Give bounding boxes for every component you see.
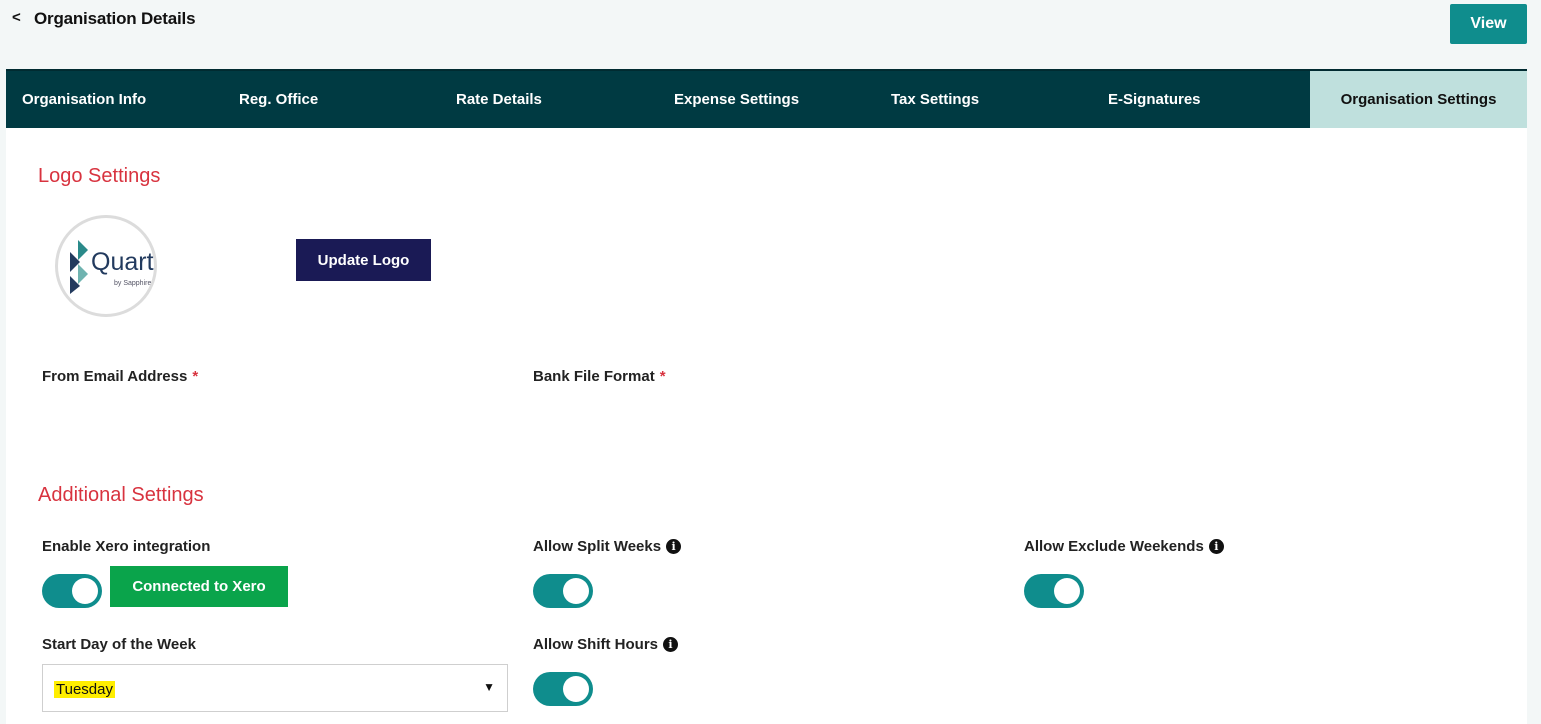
chevron-down-icon: ▼ xyxy=(483,680,495,694)
from-email-label-text: From Email Address xyxy=(42,368,188,385)
exclude-weekends-label: Allow Exclude Weekends i xyxy=(1024,538,1224,555)
from-email-label: From Email Address * xyxy=(42,368,198,385)
tab-rate-details[interactable]: Rate Details xyxy=(456,71,542,128)
info-icon[interactable]: i xyxy=(1208,539,1224,554)
shift-hours-label: Allow Shift Hours i xyxy=(533,636,678,653)
update-logo-button[interactable]: Update Logo xyxy=(296,239,431,281)
split-weeks-label: Allow Split Weeks i xyxy=(533,538,682,555)
connected-to-xero-button[interactable]: Connected to Xero xyxy=(110,566,288,607)
required-asterisk: * xyxy=(659,368,666,385)
toggle-knob xyxy=(563,676,589,702)
logo-settings-title: Logo Settings xyxy=(38,165,161,187)
tab-e-signatures[interactable]: E-Signatures xyxy=(1108,71,1201,128)
toggle-knob xyxy=(72,578,98,604)
tab-reg-office[interactable]: Reg. Office xyxy=(239,71,318,128)
xero-label: Enable Xero integration xyxy=(42,538,211,555)
exclude-weekends-toggle[interactable] xyxy=(1024,574,1084,608)
toggle-knob xyxy=(1054,578,1080,604)
settings-panel: Logo Settings Quartz by Sapphire Update … xyxy=(6,128,1527,724)
exclude-weekends-label-text: Allow Exclude Weekends xyxy=(1024,538,1204,555)
start-day-label: Start Day of the Week xyxy=(42,636,196,653)
view-button[interactable]: View xyxy=(1450,4,1527,44)
start-day-select[interactable]: Tuesday ▼ xyxy=(42,664,508,712)
bank-file-label-text: Bank File Format xyxy=(533,368,655,385)
split-weeks-toggle[interactable] xyxy=(533,574,593,608)
start-day-value: Tuesday xyxy=(54,681,115,698)
required-asterisk: * xyxy=(192,368,199,385)
shift-hours-label-text: Allow Shift Hours xyxy=(533,636,658,653)
tab-expense-settings[interactable]: Expense Settings xyxy=(674,71,799,128)
organisation-logo: Quartz by Sapphire xyxy=(55,215,157,317)
logo-subtext: by Sapphire xyxy=(114,280,152,287)
tab-organisation-info[interactable]: Organisation Info xyxy=(22,71,146,128)
toggle-knob xyxy=(563,578,589,604)
back-icon[interactable]: < xyxy=(12,9,21,26)
split-weeks-label-text: Allow Split Weeks xyxy=(533,538,662,555)
logo-text: Quartz xyxy=(91,248,154,276)
page-title: Organisation Details xyxy=(34,9,196,28)
page-header: < Organisation Details View xyxy=(0,0,1541,68)
additional-settings-title: Additional Settings xyxy=(38,484,204,506)
tab-organisation-settings[interactable]: Organisation Settings xyxy=(1310,71,1527,128)
bank-file-format-label: Bank File Format * xyxy=(533,368,666,385)
info-icon[interactable]: i xyxy=(666,539,682,554)
tab-tax-settings[interactable]: Tax Settings xyxy=(891,71,979,128)
shift-hours-toggle[interactable] xyxy=(533,672,593,706)
xero-toggle[interactable] xyxy=(42,574,102,608)
tab-bar: Organisation Info Reg. Office Rate Detai… xyxy=(6,69,1527,128)
info-icon[interactable]: i xyxy=(663,637,678,652)
